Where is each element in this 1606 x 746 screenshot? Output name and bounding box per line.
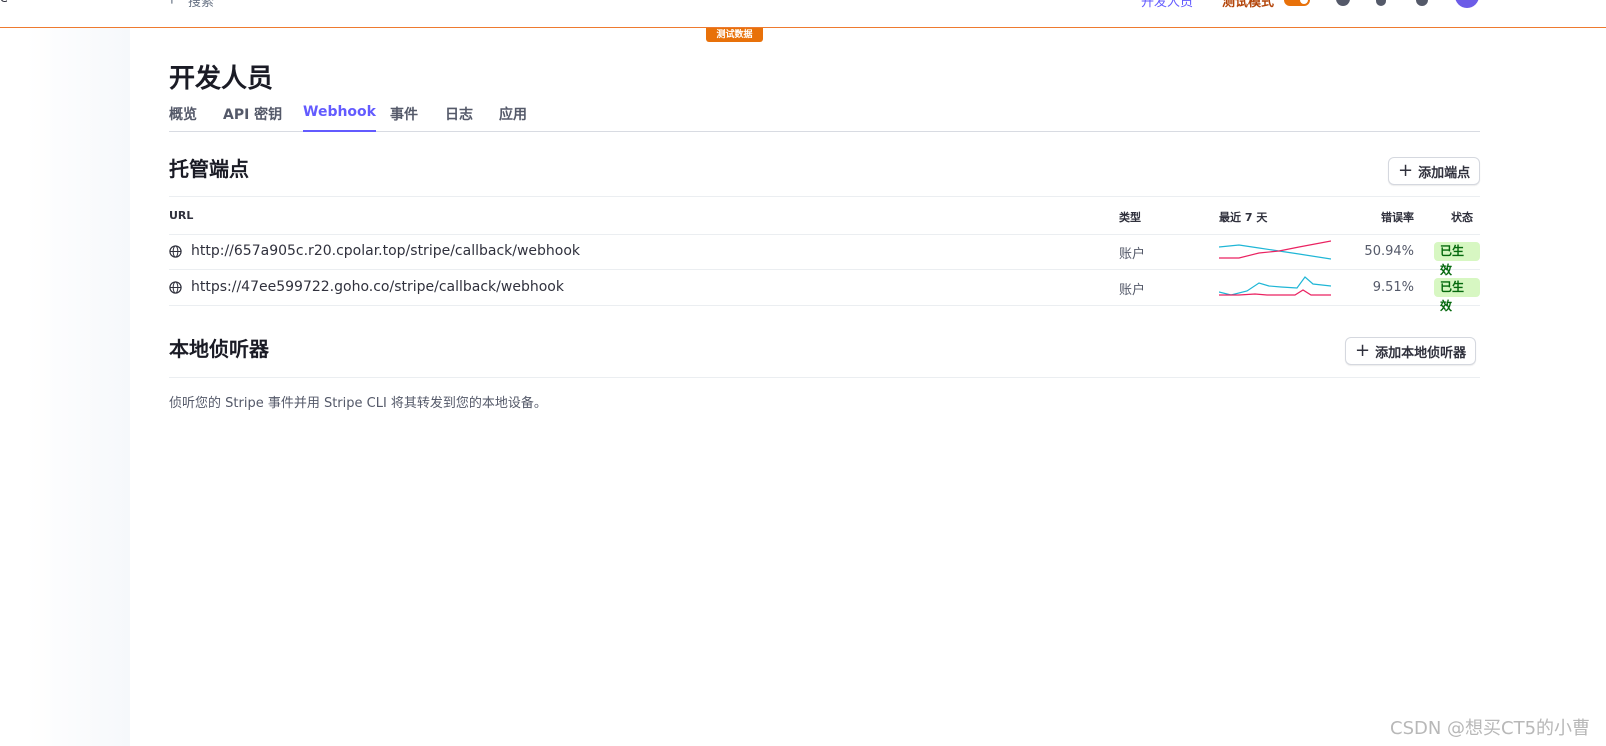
test-mode-label: 测试模式	[1222, 0, 1275, 10]
column-header-last7: 最近 7 天	[1219, 211, 1268, 224]
tab-apps[interactable]: 应用	[499, 104, 527, 132]
gear-icon[interactable]	[1416, 0, 1428, 6]
plus-icon: +	[1398, 160, 1414, 181]
test-mode-toggle[interactable]	[1284, 0, 1310, 6]
sparkline-series-red	[1219, 240, 1331, 259]
column-header-status: 状态	[1451, 211, 1473, 224]
endpoint-type: 账户	[1119, 283, 1146, 298]
plus-icon: +	[1355, 340, 1371, 361]
section-divider	[169, 196, 1480, 197]
test-data-badge: 测试数据	[706, 28, 763, 42]
search-icon[interactable]: ⚲	[167, 0, 177, 6]
column-header-url: URL	[169, 209, 194, 222]
tab-events[interactable]: 事件	[390, 104, 418, 132]
tab-bar: 概览 API 密钥 Webhook 事件 日志 应用	[169, 104, 1480, 132]
avatar[interactable]	[1455, 0, 1479, 8]
add-local-listener-label: 添加本地侦听器	[1375, 345, 1467, 361]
brand-fragment: e	[0, 0, 8, 6]
sidebar-background	[0, 28, 130, 746]
sparkline-chart	[1219, 240, 1331, 260]
page-title: 开发人员	[169, 64, 274, 94]
endpoint-url[interactable]: http://657a905c.r20.cpolar.top/stripe/ca…	[191, 243, 580, 259]
table-row[interactable]: https://47ee599722.goho.co/stripe/callba…	[169, 270, 1480, 313]
add-endpoint-button[interactable]: + 添加端点	[1388, 157, 1481, 185]
local-listeners-title: 本地侦听器	[169, 337, 269, 361]
column-header-error-rate: 错误率	[1381, 211, 1414, 224]
globe-icon	[169, 281, 182, 294]
tab-overview[interactable]: 概览	[169, 104, 197, 132]
tab-webhook[interactable]: Webhook	[303, 104, 376, 132]
globe-icon	[169, 245, 182, 258]
table-row[interactable]: http://657a905c.r20.cpolar.top/stripe/ca…	[169, 234, 1480, 277]
tab-api-keys[interactable]: API 密钥	[223, 104, 282, 132]
tab-logs[interactable]: 日志	[445, 104, 473, 132]
section-divider	[169, 377, 1480, 378]
developers-link[interactable]: 开发人员	[1141, 0, 1193, 10]
error-rate: 50.94%	[1364, 244, 1414, 259]
local-listeners-description: 侦听您的 Stripe 事件并用 Stripe CLI 将其转发到您的本地设备。	[169, 396, 547, 411]
search-input[interactable]: 搜索	[188, 0, 214, 10]
status-badge: 已生效	[1434, 278, 1480, 313]
help-icon[interactable]	[1336, 0, 1350, 6]
endpoint-type: 账户	[1119, 247, 1146, 262]
add-local-listener-button[interactable]: + 添加本地侦听器	[1345, 337, 1477, 365]
sparkline-series-blue	[1219, 276, 1331, 296]
status-badge: 已生效	[1434, 242, 1480, 277]
sparkline-chart	[1219, 276, 1331, 296]
endpoint-url[interactable]: https://47ee599722.goho.co/stripe/callba…	[191, 279, 564, 295]
top-bar: e ⚲ 搜索 开发人员 测试模式	[0, 0, 1606, 28]
hosted-endpoints-title: 托管端点	[169, 157, 249, 181]
error-rate: 9.51%	[1372, 280, 1414, 295]
column-header-type: 类型	[1119, 211, 1141, 224]
bell-icon[interactable]	[1376, 0, 1386, 6]
watermark: CSDN @想买CT5的小曹	[1390, 718, 1591, 739]
add-endpoint-label: 添加端点	[1418, 165, 1471, 181]
